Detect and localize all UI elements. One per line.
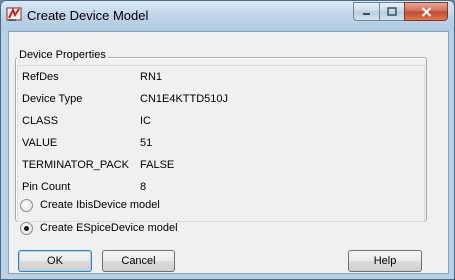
option-label: Create IbisDevice model: [40, 199, 160, 211]
help-button[interactable]: Help: [348, 250, 422, 272]
property-row-value: VALUE 51: [18, 133, 424, 154]
property-row-refdes: RefDes RN1: [18, 67, 424, 88]
property-value: CN1E4KTTD510J: [140, 93, 229, 105]
caption-buttons: [353, 2, 448, 21]
ok-button[interactable]: OK: [18, 250, 92, 272]
option-create-ibis[interactable]: Create IbisDevice model: [20, 197, 160, 213]
property-key: CLASS: [22, 115, 59, 127]
close-icon: [421, 6, 431, 17]
property-value: FALSE: [140, 159, 175, 171]
property-key: RefDes: [22, 71, 59, 83]
option-label: Create ESpiceDevice model: [40, 222, 178, 234]
dialog-client-area: Device Properties RefDes RN1 Device Type…: [8, 31, 449, 274]
minimize-icon: [363, 13, 370, 15]
property-key: TERMINATOR_PACK: [22, 159, 129, 171]
property-value: IC: [140, 115, 151, 127]
property-value: 8: [140, 181, 147, 193]
property-row-terminator-pack: TERMINATOR_PACK FALSE: [18, 155, 424, 176]
window-title: Create Device Model: [27, 8, 149, 23]
radio-ibis[interactable]: [20, 198, 33, 212]
app-icon: [6, 7, 22, 21]
maximize-icon: [387, 7, 397, 16]
title-bar[interactable]: Create Device Model: [1, 1, 454, 31]
cancel-button[interactable]: Cancel: [102, 250, 175, 272]
property-key: VALUE: [22, 137, 58, 149]
property-key: Device Type: [22, 93, 83, 105]
property-row-class: CLASS IC: [18, 111, 424, 132]
close-button[interactable]: [404, 2, 448, 21]
maximize-button[interactable]: [379, 2, 404, 21]
property-value: RN1: [140, 71, 163, 83]
radio-espice[interactable]: [20, 221, 33, 235]
dialog-window: Create Device Model Device Properties Re…: [0, 0, 455, 280]
property-row-device-type: Device Type CN1E4KTTD510J: [18, 89, 424, 110]
group-title: Device Properties: [17, 49, 108, 61]
minimize-button[interactable]: [353, 2, 379, 21]
property-value: 51: [140, 137, 153, 149]
option-create-espice[interactable]: Create ESpiceDevice model: [20, 220, 178, 236]
property-key: Pin Count: [22, 181, 71, 193]
property-row-pin-count: Pin Count 8: [18, 177, 424, 198]
